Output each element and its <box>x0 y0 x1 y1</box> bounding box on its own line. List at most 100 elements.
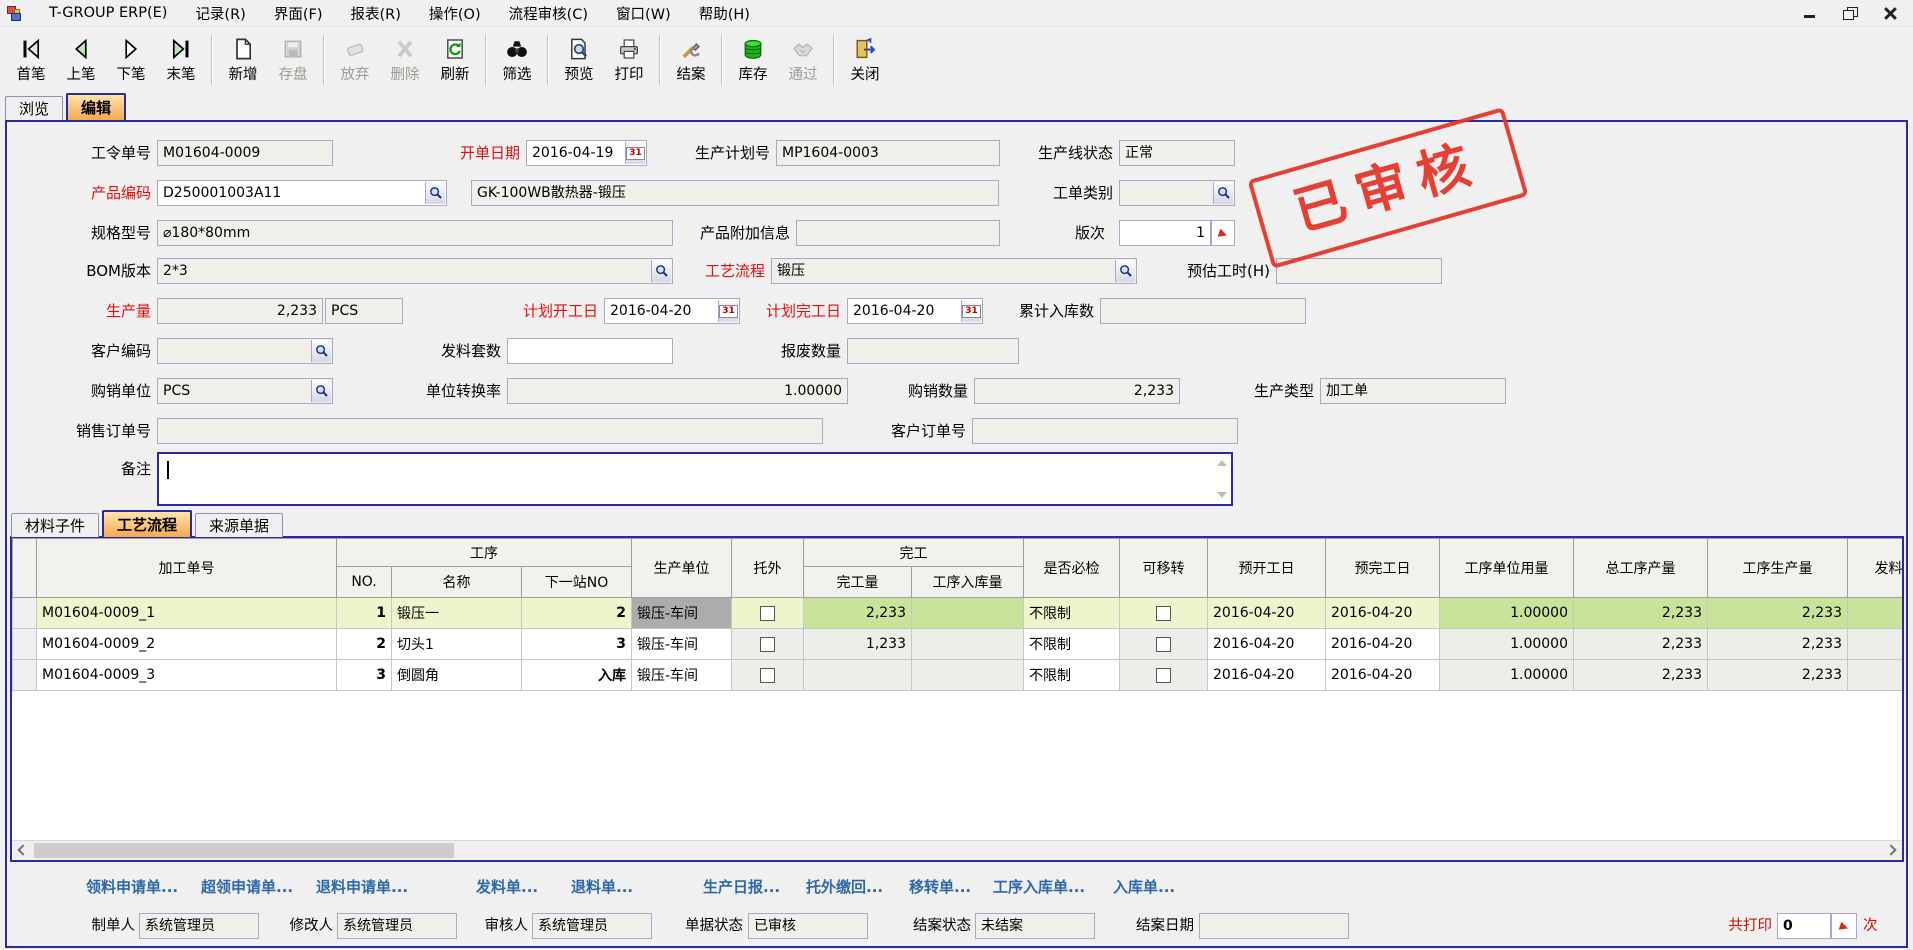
prod-type-field[interactable]: 加工单 <box>1320 378 1506 404</box>
scroll-right-icon[interactable] <box>1885 844 1896 855</box>
tab-browse[interactable]: 浏览 <box>5 96 63 120</box>
calendar-icon[interactable]: 31 <box>718 300 738 322</box>
menu-record[interactable]: 记录(R) <box>181 0 259 28</box>
minimize-icon[interactable] <box>1803 7 1817 19</box>
link-outsource-return[interactable]: 托外缴回... <box>806 876 883 897</box>
lookup-icon[interactable] <box>1213 182 1233 204</box>
outsourced-checkbox[interactable] <box>760 606 775 621</box>
menu-operate[interactable]: 操作(O) <box>415 0 495 28</box>
work-order-field[interactable]: M01604-0009 <box>157 140 333 166</box>
link-issue-doc[interactable]: 发料单... <box>476 876 538 897</box>
menu-flow-audit[interactable]: 流程审核(C) <box>495 0 602 28</box>
col-issue-sets[interactable]: 发料套 <box>1848 539 1905 598</box>
link-process-instock[interactable]: 工序入库单... <box>993 876 1085 897</box>
link-return-doc[interactable]: 退料单... <box>571 876 633 897</box>
menu-help[interactable]: 帮助(H) <box>685 0 764 28</box>
sale-unit-field[interactable]: PCS <box>157 378 333 404</box>
process-flow-field[interactable]: 锻压 <box>771 258 1137 284</box>
col-unit-usage[interactable]: 工序单位用量 <box>1440 539 1574 598</box>
plan-finish-field[interactable]: 2016-04-20 31 <box>847 298 983 324</box>
lookup-icon[interactable] <box>311 380 331 402</box>
tab-edit[interactable]: 编辑 <box>66 93 126 120</box>
plan-no-field[interactable]: MP1604-0003 <box>776 140 1000 166</box>
lookup-icon[interactable] <box>1115 260 1135 282</box>
col-must-inspect[interactable]: 是否必检 <box>1024 539 1120 598</box>
restore-icon[interactable] <box>1843 7 1857 19</box>
lookup-icon[interactable] <box>651 260 671 282</box>
table-row[interactable]: M01604-0009_3 3 倒圆角 入库 锻压-车间 不限制 2016-04… <box>13 660 1905 691</box>
link-material-request[interactable]: 领料申请单... <box>86 876 178 897</box>
tab-source-docs[interactable]: 来源单据 <box>195 513 283 537</box>
next-record-button[interactable]: 下笔 <box>106 29 156 91</box>
version-picker-button[interactable]: ▶ <box>1211 220 1235 246</box>
transferable-checkbox[interactable] <box>1156 637 1171 652</box>
scrollbar-thumb[interactable] <box>34 843 454 858</box>
line-status-field[interactable]: 正常 <box>1119 140 1235 166</box>
table-row[interactable]: M01604-0009_1 1 锻压一 2 锻压-车间 2,233 不限制 20… <box>13 598 1905 629</box>
lookup-icon[interactable] <box>311 340 331 362</box>
print-count-picker-button[interactable]: ▶ <box>1831 913 1857 939</box>
first-record-button[interactable]: 首笔 <box>6 29 56 91</box>
prev-record-button[interactable]: 上笔 <box>56 29 106 91</box>
remark-textarea[interactable] <box>157 452 1233 506</box>
col-done-qty[interactable]: 完工量 <box>804 567 912 598</box>
new-button[interactable]: 新增 <box>218 29 268 91</box>
col-instock-qty[interactable]: 工序入库量 <box>912 567 1024 598</box>
print-button[interactable]: 打印 <box>604 29 654 91</box>
bom-version-field[interactable]: 2*3 <box>157 258 673 284</box>
col-order-no[interactable]: 加工单号 <box>37 539 337 598</box>
scroll-up-icon[interactable] <box>1217 460 1227 466</box>
est-hours-field[interactable] <box>1276 258 1442 284</box>
col-outsourced[interactable]: 托外 <box>732 539 804 598</box>
calendar-icon[interactable]: 31 <box>961 300 981 322</box>
refresh-button[interactable]: 刷新 <box>430 29 480 91</box>
link-return-request[interactable]: 退料申请单... <box>316 876 408 897</box>
scrap-qty-field[interactable] <box>847 338 1019 364</box>
product-code-field[interactable]: D250001003A11 <box>157 180 447 206</box>
col-transferable[interactable]: 可移转 <box>1120 539 1208 598</box>
unit-rate-field[interactable]: 1.00000 <box>507 378 848 404</box>
preview-button[interactable]: 预览 <box>554 29 604 91</box>
col-pre-finish[interactable]: 预完工日 <box>1326 539 1440 598</box>
col-pre-start[interactable]: 预开工日 <box>1208 539 1326 598</box>
plan-start-field[interactable]: 2016-04-20 31 <box>604 298 740 324</box>
col-process-output[interactable]: 工序生产量 <box>1708 539 1848 598</box>
scroll-down-icon[interactable] <box>1217 492 1227 498</box>
prod-qty-unit-field[interactable]: PCS <box>325 298 403 324</box>
product-name-field[interactable]: GK-100WB散热器-锻压 <box>471 180 999 206</box>
transferable-checkbox[interactable] <box>1156 668 1171 683</box>
horizontal-scrollbar[interactable] <box>12 840 1902 860</box>
sales-order-field[interactable] <box>157 418 823 444</box>
outsourced-checkbox[interactable] <box>760 668 775 683</box>
issue-sets-field[interactable] <box>507 338 673 364</box>
col-no[interactable]: NO. <box>337 567 392 598</box>
close-case-button[interactable]: 结案 <box>666 29 716 91</box>
col-name[interactable]: 名称 <box>392 567 522 598</box>
print-count-field[interactable]: 0 <box>1777 913 1831 939</box>
tab-material-parts[interactable]: 材料子件 <box>11 513 99 537</box>
product-info-field[interactable] <box>796 220 1000 246</box>
sale-qty-field[interactable]: 2,233 <box>974 378 1180 404</box>
table-row[interactable]: M01604-0009_2 2 切头1 3 锻压-车间 1,233 不限制 20… <box>13 629 1905 660</box>
menu-window[interactable]: 窗口(W) <box>602 0 685 28</box>
close-icon[interactable] <box>1883 7 1897 19</box>
outsourced-checkbox[interactable] <box>760 637 775 652</box>
lookup-icon[interactable] <box>425 182 445 204</box>
current-cell[interactable]: 锻压-车间 <box>632 598 732 629</box>
prod-qty-field[interactable]: 2,233 <box>157 298 323 324</box>
open-date-field[interactable]: 2016-04-19 31 <box>526 140 647 166</box>
customer-order-field[interactable] <box>972 418 1238 444</box>
col-total-output[interactable]: 总工序产量 <box>1574 539 1708 598</box>
inventory-button[interactable]: 库存 <box>728 29 778 91</box>
last-record-button[interactable]: 末笔 <box>156 29 206 91</box>
customer-code-field[interactable] <box>157 338 333 364</box>
transferable-checkbox[interactable] <box>1156 606 1171 621</box>
link-transfer-doc[interactable]: 移转单... <box>909 876 971 897</box>
exit-button[interactable]: 关闭 <box>840 29 890 91</box>
scroll-left-icon[interactable] <box>17 844 28 855</box>
order-type-field[interactable] <box>1119 180 1235 206</box>
col-next-no[interactable]: 下一站NO <box>522 567 632 598</box>
menu-report[interactable]: 报表(R) <box>336 0 414 28</box>
link-daily-report[interactable]: 生产日报... <box>703 876 780 897</box>
total-instock-field[interactable] <box>1100 298 1306 324</box>
